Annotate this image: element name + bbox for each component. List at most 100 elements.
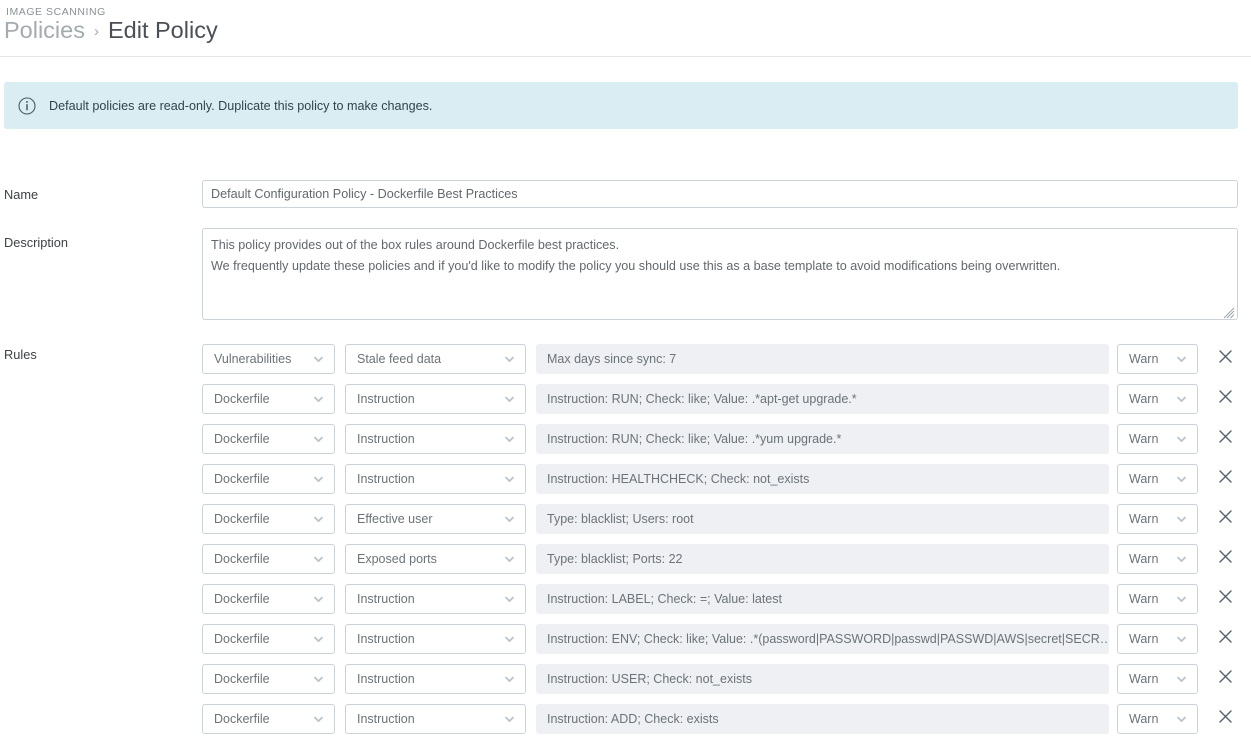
rule-gate-select[interactable]: Dockerfile xyxy=(202,424,335,454)
close-icon xyxy=(1218,549,1233,569)
chevron-down-icon xyxy=(1175,353,1188,366)
description-textarea[interactable] xyxy=(203,229,1237,319)
rule-gate-select[interactable]: Dockerfile xyxy=(202,464,335,494)
rule-trigger-value: Instruction xyxy=(346,632,415,646)
rule-action-select[interactable]: Warn xyxy=(1117,624,1198,654)
close-icon xyxy=(1218,429,1233,449)
rule-parameters-value[interactable]: Instruction: RUN; Check: like; Value: .*… xyxy=(536,424,1109,454)
rule-action-value: Warn xyxy=(1118,712,1158,726)
chevron-down-icon xyxy=(312,353,325,366)
rule-action-select[interactable]: Warn xyxy=(1117,464,1198,494)
rule-gate-value: Dockerfile xyxy=(203,392,270,406)
rule-action-value: Warn xyxy=(1118,632,1158,646)
close-icon xyxy=(1218,349,1233,369)
rule-parameters-value[interactable]: Instruction: HEALTHCHECK; Check: not_exi… xyxy=(536,464,1109,494)
chevron-down-icon xyxy=(503,633,516,646)
chevron-down-icon xyxy=(312,633,325,646)
rule-action-select[interactable]: Warn xyxy=(1117,424,1198,454)
page-header: IMAGE SCANNING Policies › Edit Policy xyxy=(0,0,1251,57)
remove-rule-button[interactable] xyxy=(1214,508,1236,530)
rule-trigger-select[interactable]: Instruction xyxy=(345,424,526,454)
rule-parameters-value[interactable]: Instruction: RUN; Check: like; Value: .*… xyxy=(536,384,1109,414)
remove-rule-button[interactable] xyxy=(1214,668,1236,690)
rule-trigger-value: Exposed ports xyxy=(346,552,437,566)
rule-parameters-value[interactable]: Instruction: ADD; Check: exists xyxy=(536,704,1109,734)
remove-rule-button[interactable] xyxy=(1214,428,1236,450)
rule-gate-select[interactable]: Dockerfile xyxy=(202,704,335,734)
rule-parameters-value[interactable]: Type: blacklist; Users: root xyxy=(536,504,1109,534)
rule-action-value: Warn xyxy=(1118,432,1158,446)
rule-action-select[interactable]: Warn xyxy=(1117,544,1198,574)
rule-gate-value: Vulnerabilities xyxy=(203,352,291,366)
rule-gate-select[interactable]: Dockerfile xyxy=(202,504,335,534)
remove-rule-button[interactable] xyxy=(1214,588,1236,610)
rule-trigger-select[interactable]: Instruction xyxy=(345,584,526,614)
rule-trigger-select[interactable]: Effective user xyxy=(345,504,526,534)
remove-rule-button[interactable] xyxy=(1214,548,1236,570)
chevron-down-icon xyxy=(312,433,325,446)
rule-trigger-select[interactable]: Instruction xyxy=(345,664,526,694)
rule-action-select[interactable]: Warn xyxy=(1117,344,1198,374)
name-input[interactable] xyxy=(202,180,1238,208)
chevron-down-icon xyxy=(503,433,516,446)
rule-trigger-value: Instruction xyxy=(346,592,415,606)
rule-parameters-value[interactable]: Type: blacklist; Ports: 22 xyxy=(536,544,1109,574)
rule-parameters-value[interactable]: Instruction: USER; Check: not_exists xyxy=(536,664,1109,694)
rule-trigger-select[interactable]: Instruction xyxy=(345,384,526,414)
rule-action-select[interactable]: Warn xyxy=(1117,504,1198,534)
remove-rule-button[interactable] xyxy=(1214,348,1236,370)
rule-gate-select[interactable]: Dockerfile xyxy=(202,384,335,414)
close-icon xyxy=(1218,469,1233,489)
close-icon xyxy=(1218,709,1233,729)
rule-action-value: Warn xyxy=(1118,392,1158,406)
rule-action-select[interactable]: Warn xyxy=(1117,704,1198,734)
rule-trigger-value: Instruction xyxy=(346,392,415,406)
close-icon xyxy=(1218,509,1233,529)
rule-gate-value: Dockerfile xyxy=(203,592,270,606)
breadcrumb-link-policies[interactable]: Policies xyxy=(4,17,85,44)
rule-action-select[interactable]: Warn xyxy=(1117,664,1198,694)
chevron-down-icon xyxy=(312,513,325,526)
rule-trigger-select[interactable]: Stale feed data xyxy=(345,344,526,374)
rule-gate-value: Dockerfile xyxy=(203,552,270,566)
rule-trigger-select[interactable]: Instruction xyxy=(345,624,526,654)
rule-parameters-value[interactable]: Instruction: ENV; Check: like; Value: .*… xyxy=(536,624,1109,654)
rule-trigger-value: Effective user xyxy=(346,512,433,526)
rule-parameters-value[interactable]: Instruction: LABEL; Check: =; Value: lat… xyxy=(536,584,1109,614)
chevron-down-icon xyxy=(312,673,325,686)
info-circle-icon xyxy=(18,97,36,115)
rule-gate-select[interactable]: Dockerfile xyxy=(202,624,335,654)
rule-action-value: Warn xyxy=(1118,472,1158,486)
rule-action-value: Warn xyxy=(1118,672,1158,686)
rule-gate-value: Dockerfile xyxy=(203,512,270,526)
close-icon xyxy=(1218,669,1233,689)
chevron-down-icon xyxy=(1175,473,1188,486)
remove-rule-button[interactable] xyxy=(1214,708,1236,730)
rule-gate-select[interactable]: Dockerfile xyxy=(202,664,335,694)
page-title: Edit Policy xyxy=(108,17,218,44)
breadcrumb: Policies › Edit Policy xyxy=(4,17,218,44)
chevron-down-icon xyxy=(503,393,516,406)
rule-row-5: Dockerfile Exposed ports Type: blacklist… xyxy=(202,539,1242,579)
rule-gate-select[interactable]: Dockerfile xyxy=(202,584,335,614)
chevron-down-icon xyxy=(1175,593,1188,606)
remove-rule-button[interactable] xyxy=(1214,388,1236,410)
rule-gate-select[interactable]: Vulnerabilities xyxy=(202,344,335,374)
rule-gate-value: Dockerfile xyxy=(203,472,270,486)
rule-trigger-select[interactable]: Exposed ports xyxy=(345,544,526,574)
rule-row-9: Dockerfile Instruction Instruction: ADD;… xyxy=(202,699,1242,737)
chevron-down-icon xyxy=(1175,513,1188,526)
rule-trigger-value: Instruction xyxy=(346,672,415,686)
chevron-down-icon xyxy=(1175,393,1188,406)
rule-parameters-value[interactable]: Max days since sync: 7 xyxy=(536,344,1109,374)
chevron-down-icon xyxy=(503,673,516,686)
rule-trigger-select[interactable]: Instruction xyxy=(345,704,526,734)
rule-action-select[interactable]: Warn xyxy=(1117,584,1198,614)
remove-rule-button[interactable] xyxy=(1214,628,1236,650)
rule-gate-select[interactable]: Dockerfile xyxy=(202,544,335,574)
remove-rule-button[interactable] xyxy=(1214,468,1236,490)
rule-action-value: Warn xyxy=(1118,352,1158,366)
rule-action-value: Warn xyxy=(1118,552,1158,566)
rule-action-select[interactable]: Warn xyxy=(1117,384,1198,414)
rule-trigger-select[interactable]: Instruction xyxy=(345,464,526,494)
